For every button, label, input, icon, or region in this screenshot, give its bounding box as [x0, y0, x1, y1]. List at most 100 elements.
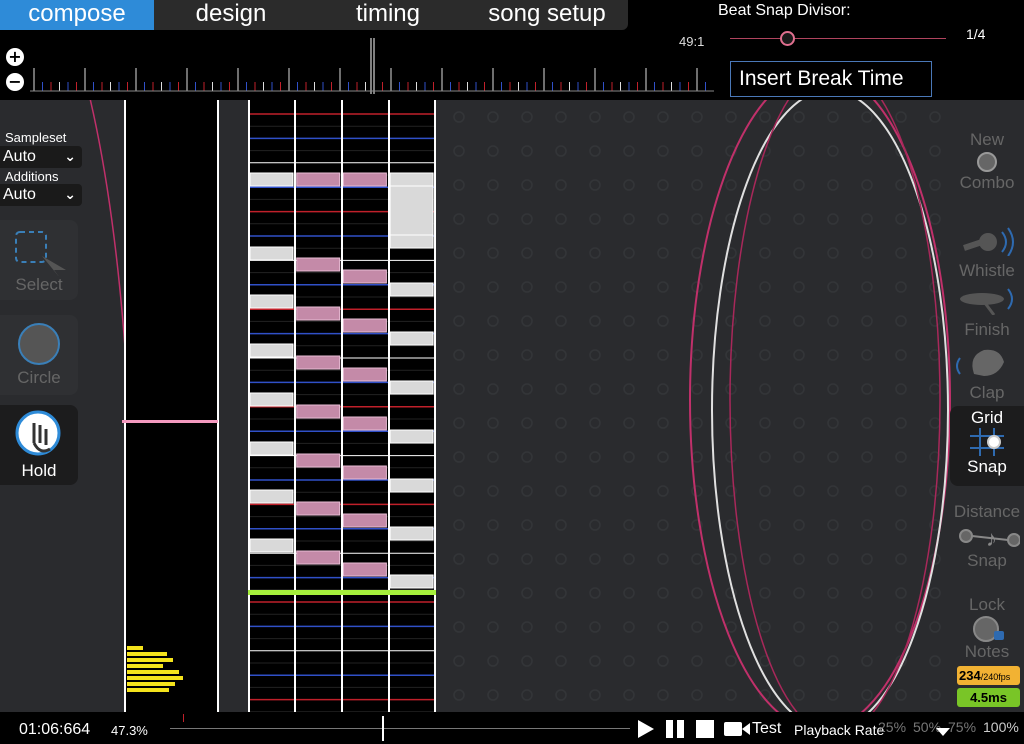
grid-snap-toggle[interactable]: Grid Snap — [950, 406, 1024, 486]
hit-note[interactable] — [296, 404, 341, 419]
svg-text:♪: ♪ — [986, 526, 997, 550]
song-progress-track[interactable] — [170, 728, 630, 729]
hit-note[interactable] — [296, 172, 341, 187]
whistle-toggle[interactable]: Whistle — [950, 226, 1024, 281]
timeline-preview-column[interactable] — [122, 100, 219, 712]
hit-note[interactable] — [342, 318, 387, 333]
tab-compose[interactable]: compose — [0, 0, 154, 30]
top-timeline[interactable] — [30, 38, 714, 98]
hit-note[interactable] — [389, 282, 434, 297]
select-tool-button[interactable]: Select — [0, 220, 78, 300]
clap-toggle[interactable]: Clap — [950, 346, 1024, 403]
new-combo-toggle[interactable]: New Combo — [950, 130, 1024, 193]
fps-current: 234 — [959, 668, 981, 683]
top-bar: compose design timing song setup + − 49:… — [0, 0, 1024, 100]
hit-note[interactable] — [389, 185, 434, 237]
hit-note[interactable] — [296, 257, 341, 272]
hit-note[interactable] — [249, 246, 294, 261]
hit-note[interactable] — [389, 234, 434, 249]
fps-target: /240fps — [980, 672, 1011, 682]
hit-note[interactable] — [249, 441, 294, 456]
hit-note[interactable] — [342, 172, 387, 187]
hit-note[interactable] — [342, 269, 387, 284]
distance-snap-label-top: Distance — [953, 502, 1021, 521]
new-combo-icon — [977, 152, 997, 172]
hit-note[interactable] — [389, 478, 434, 493]
hit-note[interactable] — [389, 380, 434, 395]
bookmark-marker — [183, 714, 184, 722]
distance-snap-label-bottom: Snap — [967, 551, 1007, 570]
fps-counter: 234/240fps — [957, 666, 1020, 685]
song-progress-handle[interactable] — [382, 716, 384, 741]
grid-snap-icon — [970, 428, 1004, 456]
circle-tool-button[interactable]: Circle — [0, 315, 78, 395]
lock-icon — [973, 616, 1004, 642]
test-button[interactable]: Test — [752, 720, 781, 738]
circle-icon — [18, 323, 60, 365]
density-bar — [127, 682, 175, 686]
hit-note[interactable] — [249, 392, 294, 407]
clap-label: Clap — [969, 383, 1005, 402]
sampleset-dropdown[interactable]: Auto ⌄ — [0, 146, 82, 168]
hit-note[interactable] — [389, 574, 434, 589]
insert-break-time-button[interactable]: Insert Break Time — [730, 61, 932, 97]
hit-note[interactable] — [389, 429, 434, 444]
beat-snap-slider[interactable] — [730, 38, 946, 39]
new-combo-label-bottom: Combo — [959, 173, 1015, 192]
timeline-time-readout: 49:1 — [679, 34, 705, 49]
distance-snap-icon: ♪ — [959, 526, 1021, 551]
mania-editor-field[interactable] — [248, 100, 436, 712]
sampleset-value: Auto — [3, 148, 36, 165]
beat-snap-value: 1/4 — [966, 26, 986, 42]
zoom-out-button[interactable]: − — [6, 73, 24, 91]
hit-note[interactable] — [249, 294, 294, 309]
distance-snap-toggle[interactable]: Distance ♪ Snap — [950, 502, 1024, 571]
hit-note[interactable] — [296, 550, 341, 565]
density-bar — [127, 670, 179, 674]
rate-indicator-icon — [936, 728, 950, 736]
hit-note[interactable] — [296, 453, 341, 468]
rate-25[interactable]: 25% — [878, 719, 906, 735]
density-bar — [127, 688, 169, 692]
hit-note[interactable] — [249, 538, 294, 553]
grid-snap-label-bottom: Snap — [967, 457, 1007, 476]
lock-notes-toggle[interactable]: Lock Notes — [950, 595, 1024, 662]
chevron-down-icon: ⌄ — [64, 149, 76, 165]
hit-note[interactable] — [296, 501, 341, 516]
hit-note[interactable] — [389, 331, 434, 346]
tab-timing[interactable]: timing — [333, 0, 443, 30]
hit-note[interactable] — [389, 526, 434, 541]
rate-75[interactable]: 75% — [948, 719, 976, 735]
hit-note[interactable] — [296, 306, 341, 321]
rate-100[interactable]: 100% — [983, 719, 1019, 735]
hit-note[interactable] — [389, 172, 434, 187]
tab-design[interactable]: design — [175, 0, 287, 30]
hit-note[interactable] — [342, 465, 387, 480]
zoom-in-button[interactable]: + — [6, 48, 24, 66]
lock-notes-label-top: Lock — [969, 595, 1005, 614]
play-icon[interactable] — [634, 718, 656, 740]
circle-tool-label: Circle — [17, 368, 61, 387]
additions-dropdown[interactable]: Auto ⌄ — [0, 184, 82, 206]
camera-icon[interactable] — [722, 718, 752, 740]
tab-song-setup[interactable]: song setup — [480, 0, 614, 30]
hold-icon — [15, 410, 61, 456]
hit-note[interactable] — [342, 416, 387, 431]
beat-snap-slider-handle[interactable] — [780, 31, 795, 46]
hit-note[interactable] — [342, 367, 387, 382]
density-bar — [127, 646, 143, 650]
hit-note[interactable] — [342, 513, 387, 528]
hit-note[interactable] — [296, 355, 341, 370]
hit-note[interactable] — [249, 172, 294, 187]
additions-value: Auto — [3, 186, 36, 203]
additions-label: Additions — [5, 169, 59, 184]
whistle-label: Whistle — [959, 261, 1015, 280]
hold-tool-button[interactable]: Hold — [0, 405, 78, 485]
hit-note[interactable] — [249, 489, 294, 504]
hit-note[interactable] — [249, 343, 294, 358]
pause-icon[interactable] — [664, 718, 686, 740]
finish-toggle[interactable]: Finish — [950, 285, 1024, 340]
stop-icon[interactable] — [694, 718, 716, 740]
hit-note[interactable] — [342, 562, 387, 577]
clap-icon — [956, 349, 1004, 376]
